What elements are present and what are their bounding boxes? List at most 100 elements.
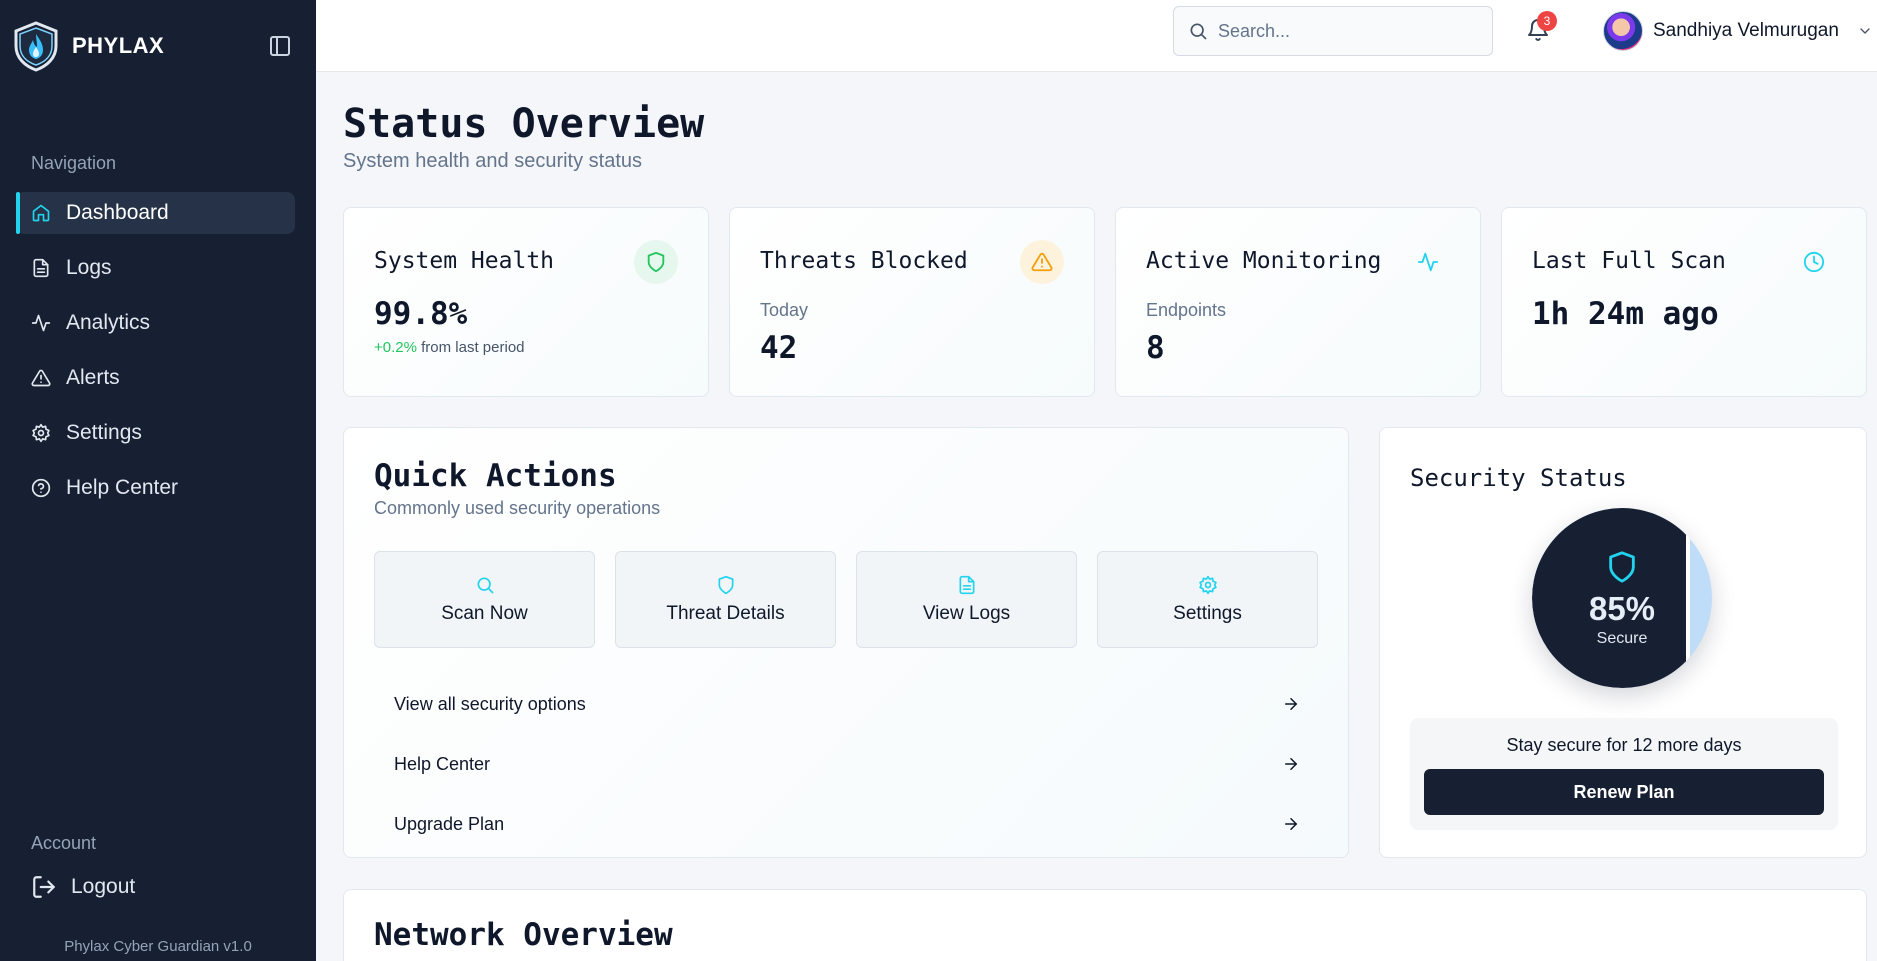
brand-name: PHYLAX [72,33,165,58]
network-overview-title: Network Overview [374,917,673,953]
home-icon [32,204,50,222]
logout-icon [33,876,55,898]
renew-panel: Stay secure for 12 more days Renew Plan [1410,718,1838,830]
sidebar-item-label: Dashboard [66,201,169,224]
avatar [1603,11,1643,51]
button-label: Scan Now [441,602,528,624]
account-heading: Account [31,833,97,853]
notification-badge: 3 [1537,11,1557,31]
logout-label: Logout [71,875,136,898]
link-label: Help Center [394,753,491,774]
stat-icon-wrap [1020,240,1064,284]
user-menu[interactable]: Sandhiya Velmurugan [1603,11,1873,51]
stat-icon-wrap [1406,240,1450,284]
arrow-right-icon [1285,818,1297,830]
stat-card-active-monitoring: Active Monitoring Endpoints 8 [1115,207,1481,397]
renew-plan-button[interactable]: Renew Plan [1424,769,1824,815]
stat-icon-wrap [1792,240,1836,284]
sidebar-nav: Dashboard Logs Analytics Alerts Settings… [16,192,295,522]
stat-value: 99.8% [374,296,468,332]
sidebar-item-analytics[interactable]: Analytics [16,302,295,344]
network-overview-card: Network Overview [343,889,1867,961]
sidebar-item-label: Logs [66,256,112,279]
clock-icon [1803,251,1825,273]
user-name: Sandhiya Velmurugan [1653,20,1839,41]
sidebar-item-alerts[interactable]: Alerts [16,357,295,399]
stat-title: System Health [374,248,555,274]
button-label: Threat Details [666,602,785,624]
stat-title: Threats Blocked [760,248,968,274]
brand[interactable]: PHYLAX [12,20,164,72]
app-version: Phylax Cyber Guardian v1.0 [64,938,252,955]
stat-value: 42 [760,330,798,366]
file-text-icon [33,258,49,278]
settings-button[interactable]: Settings [1097,551,1318,648]
sidebar-item-logs[interactable]: Logs [16,247,295,289]
gauge-content: 85% Secure [1532,508,1712,688]
stat-card-system-health: System Health 99.8% +0.2% from last peri… [343,207,709,397]
link-label: View all security options [394,693,586,714]
stat-change-value: +0.2% [374,339,417,356]
search-icon [1190,23,1207,40]
sidebar-item-dashboard[interactable]: Dashboard [16,192,295,234]
phylax-logo-icon [14,21,58,72]
security-gauge: 85% Secure [1532,508,1712,688]
arrow-right-icon [1285,698,1297,710]
stat-icon-wrap [634,240,678,284]
button-label: Settings [1173,602,1242,624]
gear-icon [1198,575,1217,594]
stat-card-threats-blocked: Threats Blocked Today 42 [729,207,1095,397]
stat-title: Last Full Scan [1532,248,1726,274]
renew-text: Stay secure for 12 more days [1506,735,1742,755]
help-circle-icon [31,478,51,498]
sidebar-item-label: Analytics [66,311,151,334]
quick-actions-subtitle: Commonly used security operations [374,498,661,518]
file-text-icon [959,575,974,594]
stat-value: 8 [1146,330,1165,366]
stat-change: +0.2% from last period [374,339,525,356]
view-logs-button[interactable]: View Logs [856,551,1077,648]
alert-triangle-icon [1031,252,1053,272]
threat-details-button[interactable]: Threat Details [615,551,836,648]
security-status-title: Security Status [1410,464,1627,492]
nav-heading: Navigation [31,153,117,173]
shield-icon [647,251,665,273]
search-box[interactable] [1173,6,1493,56]
chevron-down-icon [1860,28,1870,34]
search-input[interactable] [1218,20,1478,42]
logout-button[interactable]: Logout [31,874,135,900]
view-all-security-options-link[interactable]: View all security options [374,678,1320,730]
sidebar-item-label: Alerts [66,366,120,389]
arrow-right-icon [1285,758,1297,770]
sidebar-item-label: Settings [66,421,142,444]
upgrade-plan-link[interactable]: Upgrade Plan [374,798,1320,850]
sidebar-item-settings[interactable]: Settings [16,412,295,454]
page-title: Status Overview [343,101,705,147]
help-center-link[interactable]: Help Center [374,738,1320,790]
quick-actions-title: Quick Actions [374,458,617,494]
alert-triangle-icon [31,369,51,387]
stat-change-suffix: from last period [421,339,525,356]
stat-subtitle: Endpoints [1146,300,1227,320]
stat-subtitle: Today [760,300,809,320]
quick-actions-card: Quick Actions Commonly used security ope… [343,427,1349,858]
sidebar-item-label: Help Center [66,476,179,499]
search-icon [477,577,493,593]
button-label: View Logs [922,602,1011,624]
stat-card-last-full-scan: Last Full Scan 1h 24m ago [1501,207,1867,397]
stat-title: Active Monitoring [1146,248,1382,274]
sidebar: PHYLAX Navigation Dashboard Logs Analyti… [0,0,316,961]
sidebar-toggle-icon[interactable] [268,34,292,58]
sidebar-item-help-center[interactable]: Help Center [16,467,295,509]
activity-icon [31,314,51,332]
activity-icon [1417,252,1439,272]
gear-icon [32,423,50,443]
stat-value: 1h 24m ago [1532,296,1719,332]
shield-icon [1609,551,1635,583]
security-label: Secure [1596,630,1648,647]
link-label: Upgrade Plan [394,813,505,834]
top-header: 3 Sandhiya Velmurugan [316,0,1877,72]
page-subtitle: System health and security status [343,150,643,172]
shield-icon [718,575,733,594]
scan-now-button[interactable]: Scan Now [374,551,595,648]
